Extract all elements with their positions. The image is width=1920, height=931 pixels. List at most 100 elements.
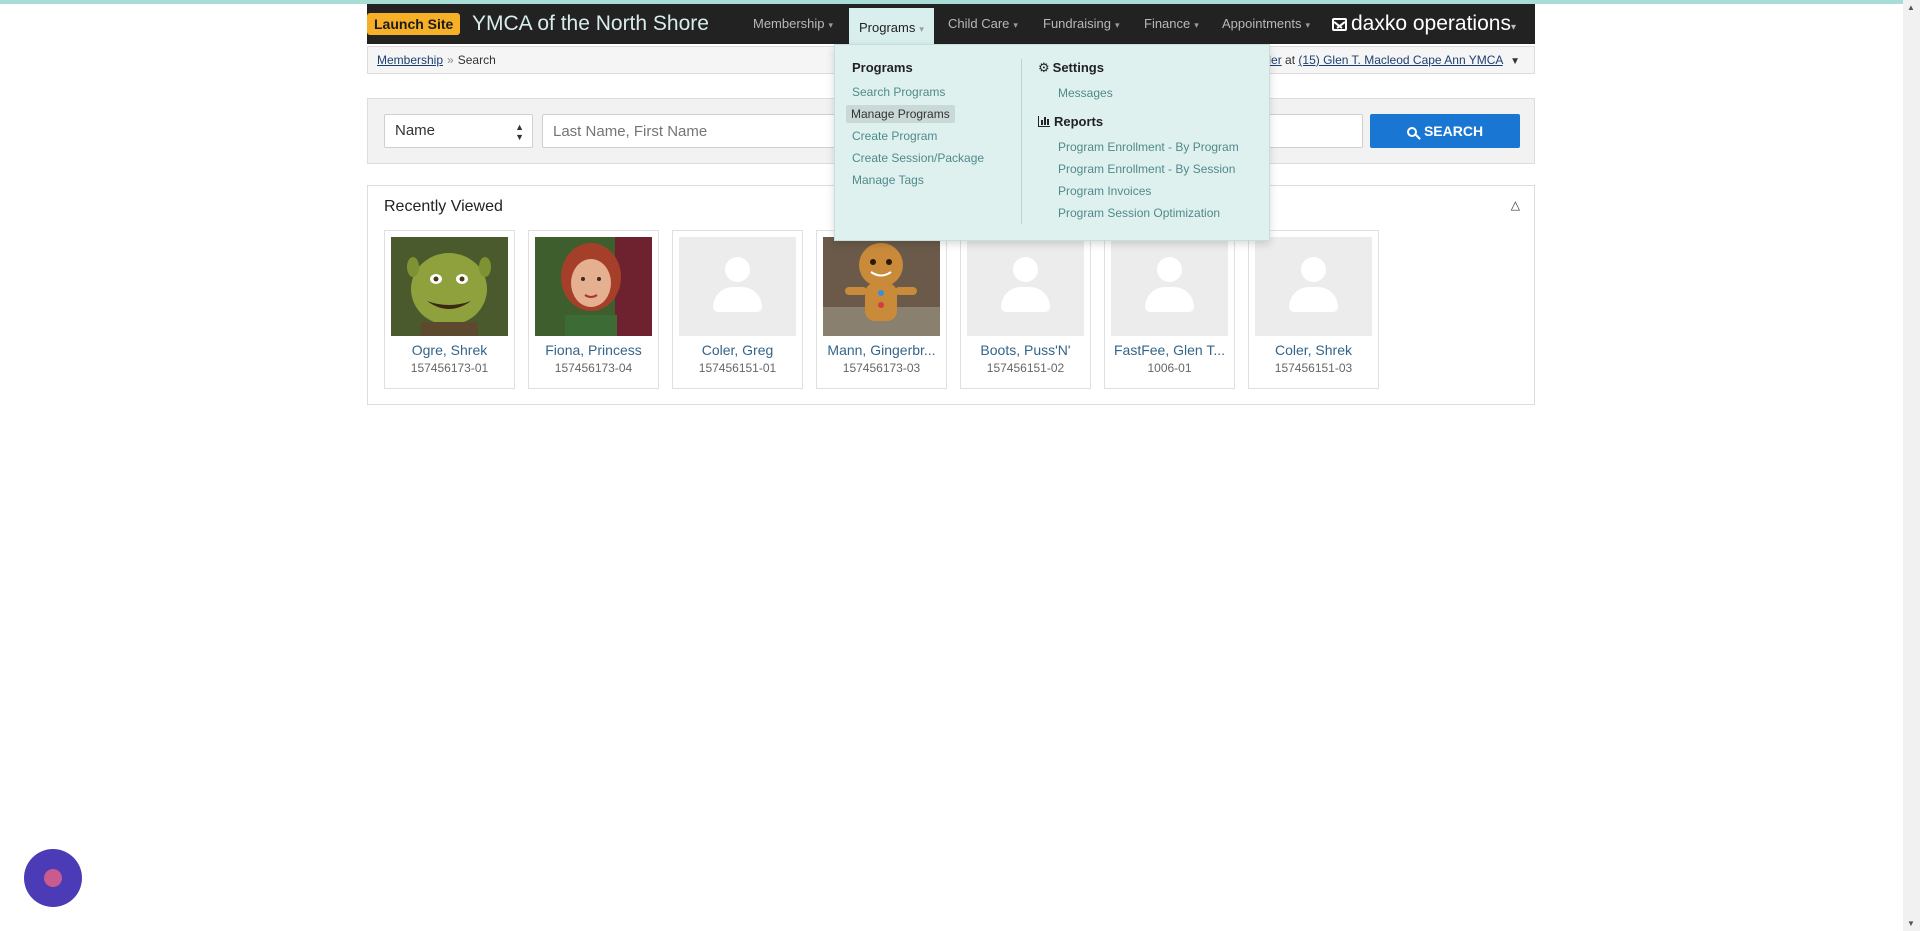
breadcrumb-current: Search	[457, 53, 496, 67]
member-name[interactable]: Coler, Shrek	[1249, 342, 1378, 358]
fiona-photo-icon	[535, 237, 652, 336]
search-icon	[1406, 127, 1417, 137]
menu-create-program[interactable]: Create Program	[852, 129, 937, 143]
launch-site-button[interactable]: Launch Site	[367, 13, 461, 35]
member-name[interactable]: FastFee, Glen T...	[1105, 342, 1234, 358]
member-id: 1006-01	[1147, 361, 1192, 375]
settings-menu-heading: ⚙ Settings	[1038, 60, 1104, 76]
caret-down-icon[interactable]: ▼	[1510, 56, 1520, 67]
search-type-select[interactable]: Name ▲ ▼	[384, 114, 533, 148]
avatar-placeholder-icon	[725, 257, 750, 282]
mail-icon	[1332, 18, 1347, 31]
nav-finance-label: Finance	[1144, 16, 1191, 31]
chevron-down-icon: ▾	[1013, 20, 1018, 30]
menu-create-session-package[interactable]: Create Session/Package	[852, 151, 984, 165]
member-photo	[1111, 237, 1228, 336]
breadcrumb-separator: »	[447, 53, 454, 67]
recent-card[interactable]: Ogre, Shrek 157456173-01	[384, 230, 515, 389]
select-arrows-icon: ▲ ▼	[515, 122, 524, 142]
chevron-down-icon: ▾	[1305, 20, 1311, 30]
nav-finance[interactable]: Finance ▾	[1144, 4, 1199, 44]
nav-fundraising[interactable]: Fundraising ▾	[1043, 4, 1119, 44]
scroll-down-icon[interactable]: ▼	[1907, 919, 1915, 928]
member-id: 157456151-01	[698, 361, 777, 375]
member-photo	[535, 237, 652, 336]
menu-messages[interactable]: Messages	[1058, 86, 1113, 100]
member-id: 157456151-02	[986, 361, 1065, 375]
member-name[interactable]: Fiona, Princess	[529, 342, 658, 358]
nav-child-care[interactable]: Child Care ▾	[948, 4, 1018, 44]
member-id: 157456173-03	[842, 361, 921, 375]
top-navbar: Launch Site YMCA of the North Shore Memb…	[367, 4, 1535, 48]
member-name[interactable]: Boots, Puss'N'	[961, 342, 1090, 358]
avatar-placeholder-body	[1145, 287, 1194, 312]
programs-dropdown-menu: Programs Search Programs Manage Programs…	[834, 44, 1270, 241]
user-link[interactable]: ler	[1268, 53, 1281, 67]
chevron-down-icon: ▾	[919, 24, 924, 34]
menu-manage-tags[interactable]: Manage Tags	[852, 173, 924, 187]
member-name[interactable]: Mann, Gingerbr...	[817, 342, 946, 358]
chevron-down-icon: ▾	[1194, 20, 1199, 30]
recent-card[interactable]: Boots, Puss'N' 157456151-02	[960, 230, 1091, 389]
recent-card[interactable]: FastFee, Glen T... 1006-01	[1104, 230, 1235, 389]
avatar-placeholder-icon	[1013, 257, 1038, 282]
member-photo	[823, 237, 940, 336]
search-button[interactable]: SEARCH	[1370, 114, 1520, 148]
recently-viewed-title: Recently Viewed	[384, 198, 503, 215]
settings-heading-label: Settings	[1052, 60, 1104, 75]
nav-appointments[interactable]: Appointments ▾	[1222, 4, 1310, 44]
recent-card[interactable]: Mann, Gingerbr... 157456173-03	[816, 230, 947, 389]
chevron-down-icon: ▾	[1114, 20, 1120, 30]
menu-enrollment-by-session[interactable]: Program Enrollment - By Session	[1058, 162, 1235, 176]
nav-appointments-label: Appointments	[1222, 16, 1302, 31]
reports-heading-label: Reports	[1054, 114, 1104, 129]
member-name[interactable]: Coler, Greg	[673, 342, 802, 358]
breadcrumb-membership-link[interactable]: Membership	[377, 53, 443, 67]
member-photo	[679, 237, 796, 336]
menu-session-optimization[interactable]: Program Session Optimization	[1058, 206, 1220, 220]
search-type-value: Name	[395, 122, 436, 139]
nav-membership-label: Membership	[753, 16, 825, 31]
menu-manage-programs[interactable]: Manage Programs	[846, 105, 955, 123]
collapse-icon[interactable]: △	[1511, 198, 1520, 212]
gear-icon: ⚙	[1038, 60, 1050, 75]
scroll-up-icon[interactable]: ▲	[1907, 3, 1915, 12]
avatar-placeholder-icon	[1301, 257, 1326, 282]
menu-enrollment-by-program[interactable]: Program Enrollment - By Program	[1058, 140, 1239, 154]
member-name[interactable]: Ogre, Shrek	[385, 342, 514, 358]
location-link[interactable]: (15) Glen T. Macleod Cape Ann YMCA	[1298, 53, 1502, 67]
avatar-placeholder-icon	[1157, 257, 1182, 282]
avatar-placeholder-body	[1289, 287, 1338, 312]
page-scrollbar[interactable]: ▲ ▼	[1903, 0, 1920, 931]
nav-fundraising-label: Fundraising	[1043, 16, 1111, 31]
brand-title[interactable]: YMCA of the North Shore	[472, 10, 709, 38]
member-photo	[1255, 237, 1372, 336]
recent-card[interactable]: Coler, Shrek 157456151-03	[1248, 230, 1379, 389]
menu-program-invoices[interactable]: Program Invoices	[1058, 184, 1151, 198]
nav-child-care-label: Child Care	[948, 16, 1010, 31]
recent-card[interactable]: Coler, Greg 157456151-01	[672, 230, 803, 389]
member-photo	[391, 237, 508, 336]
product-name: daxko operations	[1351, 12, 1511, 35]
chat-launcher-button[interactable]	[24, 849, 82, 907]
nav-membership[interactable]: Membership ▾	[753, 4, 833, 44]
member-id: 157456173-04	[554, 361, 633, 375]
avatar-placeholder-body	[1001, 287, 1050, 312]
member-photo	[967, 237, 1084, 336]
bar-chart-icon	[1038, 116, 1050, 127]
member-id: 157456173-01	[410, 361, 489, 375]
chat-icon	[44, 869, 62, 887]
programs-menu-heading: Programs	[852, 60, 913, 75]
nav-programs[interactable]: Programs ▾	[849, 8, 934, 48]
recent-card[interactable]: Fiona, Princess 157456173-04	[528, 230, 659, 389]
menu-search-programs[interactable]: Search Programs	[852, 85, 945, 99]
shrek-photo-icon	[391, 237, 508, 336]
avatar-placeholder-body	[713, 287, 762, 312]
reports-menu-heading: Reports	[1038, 114, 1103, 129]
menu-divider	[1021, 59, 1022, 224]
search-button-label: SEARCH	[1423, 123, 1484, 139]
product-menu[interactable]: daxko operations▾	[1332, 4, 1516, 44]
location-selector[interactable]: ler at (15) Glen T. Macleod Cape Ann YMC…	[1268, 47, 1520, 75]
chevron-down-icon: ▾	[828, 20, 834, 30]
gingerbread-photo-icon	[823, 237, 940, 336]
